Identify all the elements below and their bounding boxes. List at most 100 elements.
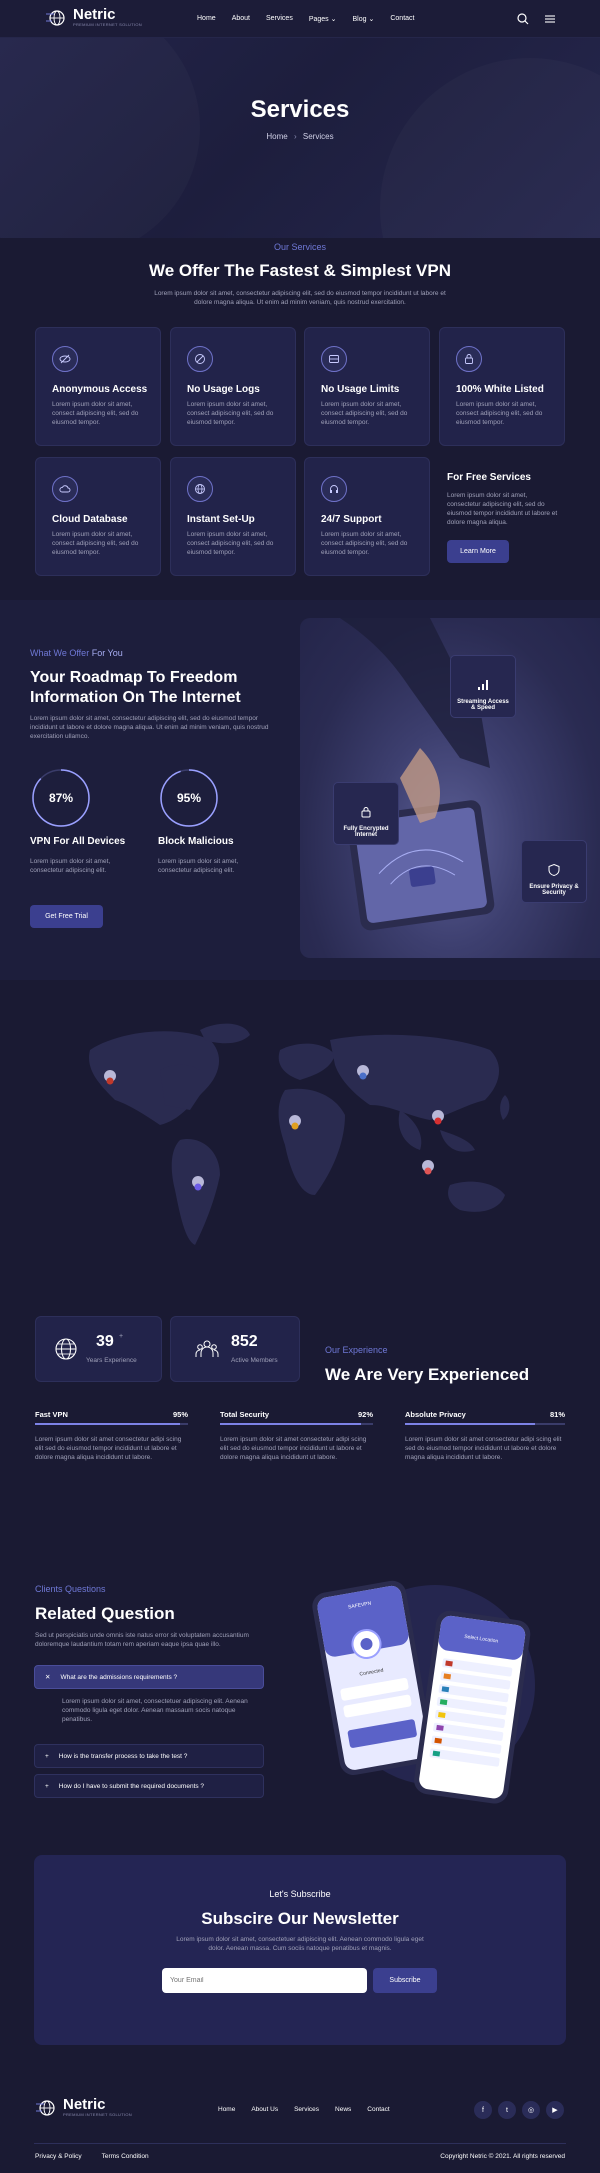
years-value: 39 xyxy=(96,1333,114,1350)
email-input[interactable] xyxy=(162,1968,367,1993)
footer-divider xyxy=(34,2143,566,2144)
menu-icon[interactable] xyxy=(543,12,557,26)
footer-link-home[interactable]: Home xyxy=(218,2106,235,2113)
breadcrumb-separator: › xyxy=(293,132,297,141)
services-eyebrow: Our Services xyxy=(273,242,326,252)
privacy-link[interactable]: Privacy & Policy xyxy=(35,2153,82,2160)
nav-blog[interactable]: Blog ⌄ xyxy=(353,15,375,23)
skill-text: Lorem ipsum dolor sit amet consectetur a… xyxy=(220,1436,367,1461)
services-lead: Lorem ipsum dolor sit amet, consectetur … xyxy=(154,290,446,306)
service-card[interactable]: No Usage Logs Lorem ipsum dolor sit amet… xyxy=(170,327,296,446)
service-card[interactable]: Anonymous Access Lorem ipsum dolor sit a… xyxy=(35,327,161,446)
breadcrumb-home[interactable]: Home xyxy=(266,132,287,141)
youtube-icon[interactable]: ▶ xyxy=(546,2101,564,2119)
world-map xyxy=(89,1023,510,1245)
progress-value-devices: 87% xyxy=(48,791,74,805)
skill-bar: Total Security 92% Lorem ipsum dolor sit… xyxy=(220,1410,373,1462)
breadcrumb-current: Services xyxy=(302,132,334,141)
skill-label: Total Security xyxy=(220,1410,270,1419)
footer-link-news[interactable]: News xyxy=(335,2106,351,2113)
subscribe-button[interactable]: Subscribe xyxy=(373,1968,437,1993)
stat-card-years: 39 + Years Experience xyxy=(35,1316,162,1382)
chevron-down-icon: ⌄ xyxy=(368,16,375,23)
badge-privacy: Ensure Privacy & Security xyxy=(521,840,587,903)
service-card-text: Lorem ipsum dolor sit amet, consect adip… xyxy=(187,401,274,426)
roadmap-title-line1: Your Roadmap To Freedom xyxy=(30,669,238,686)
plus-icon: + xyxy=(45,1782,49,1790)
service-card-title: No Usage Logs xyxy=(187,384,260,395)
stat-title-devices: VPN For All Devices xyxy=(30,836,126,847)
badge-streaming-text: Streaming Access & Speed xyxy=(457,699,509,711)
service-card[interactable]: Cloud Database Lorem ipsum dolor sit ame… xyxy=(35,457,161,576)
breadcrumb: Home › Services xyxy=(0,132,600,141)
skill-track xyxy=(220,1423,373,1425)
plus-icon: + xyxy=(45,1752,49,1760)
faq-question: How is the transfer process to take the … xyxy=(58,1752,188,1760)
services-title: We Offer The Fastest & Simplest VPN xyxy=(149,261,451,280)
stat-text-devices: Lorem ipsum dolor sit amet, consectetur … xyxy=(30,858,111,874)
service-card[interactable]: Instant Set-Up Lorem ipsum dolor sit ame… xyxy=(170,457,296,576)
facebook-icon[interactable]: f xyxy=(474,2101,492,2119)
service-card-text: Lorem ipsum dolor sit amet, consect adip… xyxy=(456,401,543,426)
eye-off-icon xyxy=(52,346,78,372)
chevron-down-icon: ⌄ xyxy=(330,16,337,23)
service-card-text: Lorem ipsum dolor sit amet, consect adip… xyxy=(321,531,408,556)
faq-item[interactable]: + How do I have to submit the required d… xyxy=(34,1774,264,1798)
faq-item-open[interactable]: ✕ What are the admissions requirements ? xyxy=(34,1665,264,1689)
service-card[interactable]: No Usage Limits Lorem ipsum dolor sit am… xyxy=(304,327,430,446)
nav-home[interactable]: Home xyxy=(197,15,216,23)
service-card-title: 100% White Listed xyxy=(456,384,544,395)
globe-logo-icon xyxy=(46,9,65,26)
globe-logo-icon xyxy=(36,2099,55,2116)
skill-track xyxy=(35,1423,188,1425)
skill-label: Fast VPN xyxy=(35,1410,68,1419)
main-nav: Home About Services Pages ⌄ Blog ⌄ Conta… xyxy=(197,15,414,23)
logo[interactable]: Netric PREMIUM INTERNET SOLUTION xyxy=(46,6,142,27)
badge-encrypted: Fully Encrypted Internet xyxy=(333,782,399,845)
roadmap-lead: Lorem ipsum dolor sit amet, consectetur … xyxy=(30,715,269,740)
footer-nav: Home About Us Services News Contact xyxy=(218,2106,390,2113)
lock-icon xyxy=(456,346,482,372)
search-icon[interactable] xyxy=(516,12,530,26)
instagram-icon[interactable]: ◎ xyxy=(522,2101,540,2119)
nav-about[interactable]: About xyxy=(232,15,250,23)
roadmap-eyebrow-a: What We Offer xyxy=(30,648,90,658)
service-card-title: Cloud Database xyxy=(52,514,128,525)
shield-icon xyxy=(548,863,560,877)
badge-privacy-text: Ensure Privacy & Security xyxy=(529,884,579,896)
free-trial-button[interactable]: Get Free Trial xyxy=(30,905,103,928)
service-card-title: No Usage Limits xyxy=(321,384,400,395)
faq-question: What are the admissions requirements ? xyxy=(60,1673,178,1681)
signal-icon xyxy=(478,680,488,690)
brand-name: Netric xyxy=(73,6,116,23)
map-pin-china[interactable] xyxy=(432,1110,445,1132)
footer-link-about[interactable]: About Us xyxy=(251,2106,278,2113)
faq-answer: Lorem ipsum dolor sit amet, consectetuer… xyxy=(62,1698,248,1723)
nav-pages[interactable]: Pages ⌄ xyxy=(309,15,337,23)
phone-mockups: SAFEVPN Connected Select Location xyxy=(312,1580,535,1804)
skill-track xyxy=(405,1423,565,1425)
learn-more-button[interactable]: Learn More xyxy=(447,540,509,563)
service-card[interactable]: 24/7 Support Lorem ipsum dolor sit amet,… xyxy=(304,457,430,576)
newsletter-title: Subscire Our Newsletter xyxy=(201,1909,399,1928)
footer-link-services[interactable]: Services xyxy=(294,2106,319,2113)
nav-services[interactable]: Services xyxy=(266,15,293,23)
headset-icon xyxy=(321,476,347,502)
service-card-text: Lorem ipsum dolor sit amet, consect adip… xyxy=(52,531,139,556)
map-pin-singapore[interactable] xyxy=(422,1160,435,1182)
footer-logo[interactable]: Netric PREMIUM INTERNET SOLUTION xyxy=(36,2097,132,2117)
twitter-icon[interactable]: t xyxy=(498,2101,516,2119)
ban-icon xyxy=(187,346,213,372)
inbox-icon xyxy=(321,346,347,372)
service-card-title: Anonymous Access xyxy=(52,384,148,395)
service-card[interactable]: 100% White Listed Lorem ipsum dolor sit … xyxy=(439,327,565,446)
terms-link[interactable]: Terms Condition xyxy=(102,2153,149,2160)
nav-contact[interactable]: Contact xyxy=(390,15,414,23)
members-label: Active Members xyxy=(231,1357,278,1364)
social-links: f t ◎ ▶ xyxy=(474,2101,564,2119)
footer-link-contact[interactable]: Contact xyxy=(367,2106,389,2113)
skill-text: Lorem ipsum dolor sit amet consectetur a… xyxy=(35,1436,182,1461)
roadmap-eyebrow: What We Offer For You xyxy=(30,648,123,658)
page-title: Services xyxy=(250,96,350,123)
faq-item[interactable]: + How is the transfer process to take th… xyxy=(34,1744,264,1768)
